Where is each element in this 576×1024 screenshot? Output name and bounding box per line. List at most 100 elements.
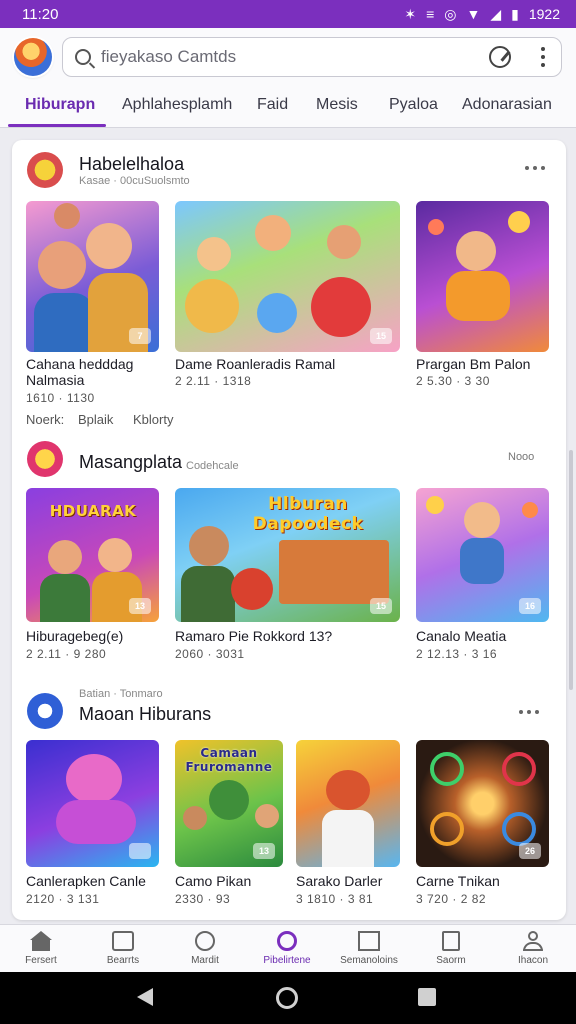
rating-badge [129, 843, 151, 859]
rating-badge: 15 [370, 328, 392, 344]
more-horiz-icon[interactable] [525, 166, 545, 170]
search-icon [195, 931, 215, 951]
game-meta: 2330 · 93 [175, 892, 231, 906]
rating-badge: 13 [129, 598, 151, 614]
section-subtitle: Codehcale [186, 460, 239, 472]
search-icon [75, 49, 91, 65]
discover-icon [277, 931, 297, 951]
system-nav-bar [0, 972, 576, 1024]
category-tabs: Hiburapn Aphlahesplamh Faid Mesis Pyaloa… [0, 86, 576, 128]
battery-text: 1922 [528, 6, 560, 22]
nav-item-list[interactable]: Bearrts [82, 929, 164, 966]
battery-icon: ▮ [511, 5, 519, 22]
more-horiz-icon[interactable] [519, 710, 539, 714]
game-banner: Hlburan Dapoodeck [252, 494, 364, 534]
alarm-icon: ◎ [444, 5, 457, 22]
home-icon [30, 931, 52, 951]
mail-icon [358, 931, 380, 951]
game-tile[interactable] [296, 740, 400, 867]
rating-badge: 26 [519, 843, 541, 859]
game-tile[interactable] [26, 740, 159, 867]
game-tile[interactable]: 15 [175, 201, 400, 352]
more-vert-icon[interactable] [541, 47, 545, 67]
tab-faid[interactable]: Faid [257, 96, 288, 114]
game-banner: Camaan Fruromanne [185, 746, 273, 774]
rating-badge: 7 [129, 328, 151, 344]
signal-icon: ◢ [490, 5, 502, 22]
game-name: Camo Pikan [175, 873, 252, 889]
vibrate-icon: ≡ [426, 6, 435, 22]
tab-mesis[interactable]: Mesis [316, 96, 358, 114]
list-icon [112, 931, 134, 951]
back-icon[interactable] [137, 988, 153, 1006]
section-icon [27, 693, 63, 729]
game-tile[interactable]: 16 [416, 488, 549, 622]
nav-item-search[interactable]: Mardit [164, 929, 246, 966]
game-meta: 2 2.11 · 1318 [175, 374, 252, 388]
rating-badge: 13 [253, 843, 275, 859]
game-tile[interactable]: Hlburan Dapoodeck 15 [175, 488, 400, 622]
game-tile[interactable]: HDUARAK 13 [26, 488, 159, 622]
tab-adonarasian[interactable]: Adonarasian [462, 96, 552, 114]
game-name: Sarako Darler [296, 873, 383, 889]
game-meta: 3 1810 · 3 81 [296, 892, 374, 906]
tag-chip[interactable]: Kblorty [133, 412, 173, 427]
tab-aphlahesplamh[interactable]: Aphlahesplamh [122, 96, 232, 114]
tag-chip[interactable]: Bplaik [78, 412, 113, 427]
nav-item-mail[interactable]: Semanoloins [328, 929, 410, 966]
game-meta: 3 720 · 2 82 [416, 892, 487, 906]
game-meta: 2060 · 3031 [175, 647, 245, 661]
search-bar[interactable] [62, 37, 562, 77]
game-name-line2: Nalmasia [26, 372, 85, 388]
section-icon [27, 152, 63, 188]
home-button-icon[interactable] [276, 987, 298, 1009]
nav-item-home[interactable]: Fersert [0, 929, 82, 966]
app-bar [0, 28, 576, 86]
search-input[interactable] [101, 47, 481, 67]
section-title: Maoan Hiburans [79, 704, 212, 724]
game-banner: HDUARAK [49, 502, 137, 520]
game-meta: 2 2.11 · 9 280 [26, 647, 107, 661]
game-name: Carne Tnikan [416, 873, 500, 889]
profile-icon [522, 931, 544, 951]
game-meta: 2120 · 3 131 [26, 892, 100, 906]
game-tile[interactable]: 26 [416, 740, 549, 867]
section-subtitle: Kasae · 00cuSuolsmto [79, 175, 190, 187]
game-name: Hiburagebeg(e) [26, 628, 124, 644]
status-icons: ✶ ≡ ◎ ▼ ◢ ▮ 1922 [404, 6, 560, 23]
tab-indicator [8, 124, 106, 127]
section-icon [27, 441, 63, 477]
nav-item-discover[interactable]: Pibelirtene [246, 929, 328, 966]
game-name: Prargan Bm Palon [416, 356, 531, 372]
rating-badge: 16 [519, 598, 541, 614]
recents-icon[interactable] [418, 988, 436, 1006]
tab-hiburapn[interactable]: Hiburapn [25, 96, 95, 114]
app-logo[interactable] [14, 38, 52, 76]
section-title: Masangplata [79, 452, 183, 472]
nav-item-docs[interactable]: Saorm [410, 929, 492, 966]
more-link[interactable]: Nooo [508, 451, 534, 463]
game-meta: 2 5.30 · 3 30 [416, 374, 490, 388]
wifi-icon: ▼ [466, 6, 481, 22]
game-meta: 1610 · 1130 [26, 391, 95, 405]
bluetooth-icon: ✶ [404, 5, 417, 22]
game-name: Dame Roanleradis Ramal [175, 356, 336, 372]
content-card: Habelelhaloa Kasae · 00cuSuolsmto 7 Caha… [12, 140, 566, 920]
game-name: Canalo Meatia [416, 628, 507, 644]
clock: 11:20 [22, 5, 59, 23]
game-tile[interactable]: Camaan Fruromanne 13 [175, 740, 283, 867]
game-meta: 2 12.13 · 3 16 [416, 647, 498, 661]
game-name: Ramaro Pie Rokkord 13? [175, 628, 333, 644]
game-name: Canlerapken Canle [26, 873, 146, 889]
tab-pyaloa[interactable]: Pyaloa [389, 96, 438, 114]
nav-item-profile[interactable]: Ihacon [492, 929, 574, 966]
game-tile[interactable] [416, 201, 549, 352]
lens-icon[interactable] [489, 46, 511, 68]
game-name: Cahana hedddag [26, 356, 134, 372]
game-tile[interactable]: 7 [26, 201, 159, 352]
scrollbar[interactable] [569, 450, 573, 690]
rating-badge: 15 [370, 598, 392, 614]
section-title: Habelelhaloa [79, 154, 185, 174]
status-bar: 11:20 ✶ ≡ ◎ ▼ ◢ ▮ 1922 [0, 0, 576, 28]
tag-chip[interactable]: Noerk: [26, 412, 64, 427]
